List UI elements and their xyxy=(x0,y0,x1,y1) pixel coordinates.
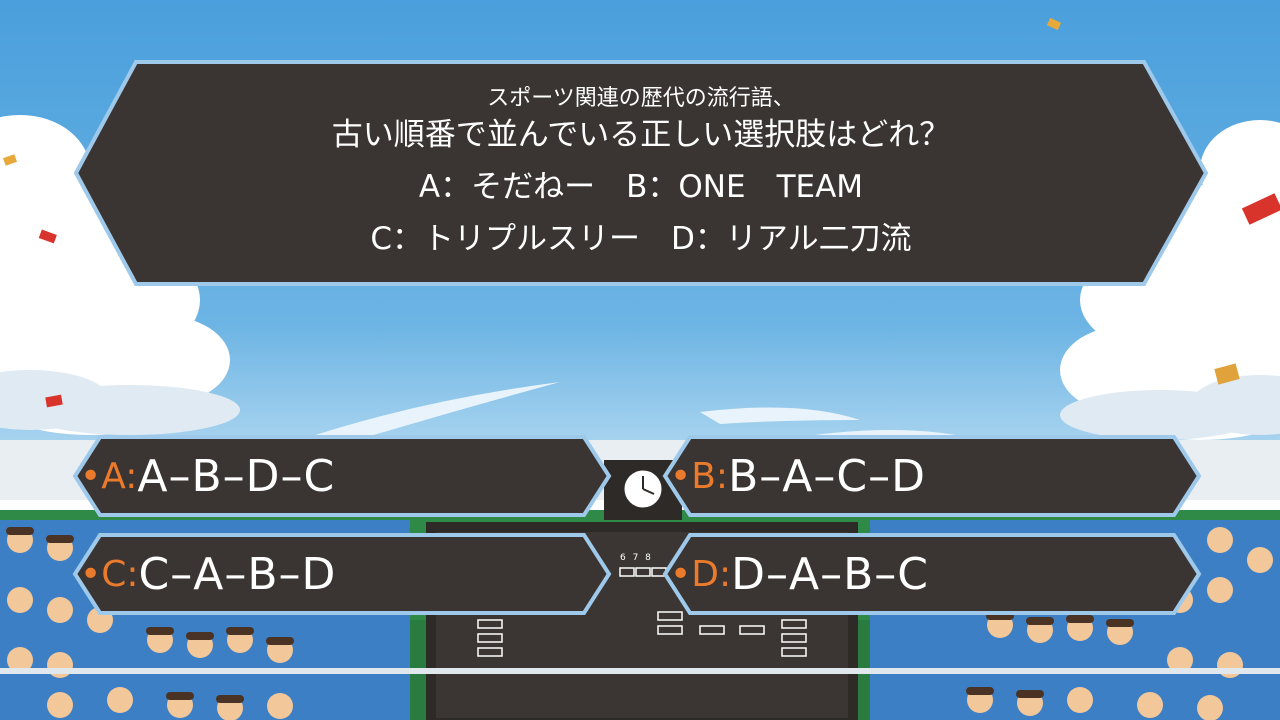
answer-a-button[interactable]: •A: A–B–D–C xyxy=(72,434,612,518)
answer-b-letter: •B: xyxy=(670,455,729,497)
answer-a-letter: •A: xyxy=(80,455,138,497)
answer-d-value: D–A–B–C xyxy=(731,548,929,600)
scoreboard-numbers: 6 7 8 xyxy=(620,553,653,563)
answer-c-button[interactable]: •C: C–A–B–D xyxy=(72,532,612,616)
quiz-scene: 6 7 8 スポーツ関連の歴代の流行語、 古い順番で並んでいる正しい選択肢はどれ… xyxy=(0,0,1280,720)
question-line-3: A：そだねー B：ONE TEAM xyxy=(418,169,864,205)
question-line-1: スポーツ関連の歴代の流行語、 xyxy=(487,86,795,111)
answer-c-value: C–A–B–D xyxy=(138,548,337,600)
answer-d-button[interactable]: •D: D–A–B–C xyxy=(662,532,1202,616)
answer-b-button[interactable]: •B: B–A–C–D xyxy=(662,434,1202,518)
question-line-2: 古い順番で並んでいる正しい選択肢はどれ？ xyxy=(331,117,951,153)
answer-c-letter: •C: xyxy=(80,553,139,595)
answer-b-value: B–A–C–D xyxy=(728,450,926,502)
clock-icon xyxy=(621,467,665,511)
stadium-rail xyxy=(0,668,1280,674)
answer-a-value: A–B–D–C xyxy=(137,450,336,502)
question-panel: スポーツ関連の歴代の流行語、 古い順番で並んでいる正しい選択肢はどれ？ A：そだ… xyxy=(72,58,1210,288)
question-line-4: C：トリプルスリー D：リアル二刀流 xyxy=(370,221,912,257)
question-text: スポーツ関連の歴代の流行語、 古い順番で並んでいる正しい選択肢はどれ？ A：そだ… xyxy=(72,84,1210,260)
answer-d-letter: •D: xyxy=(670,553,732,595)
